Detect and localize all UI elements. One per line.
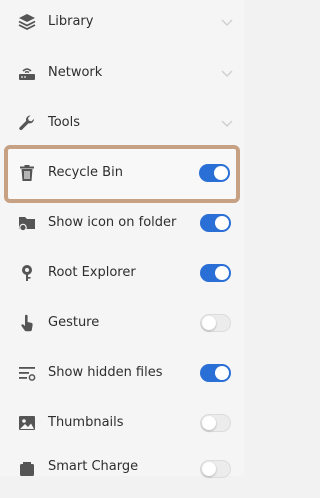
- root-explorer-toggle[interactable]: [200, 264, 231, 282]
- menu-item-tools[interactable]: Tools: [0, 100, 244, 150]
- setting-gesture[interactable]: Gesture: [0, 298, 244, 348]
- recycle-bin-toggle[interactable]: [199, 164, 230, 182]
- gesture-toggle[interactable]: [200, 314, 231, 332]
- setting-recycle-bin-label: Recycle Bin: [48, 165, 123, 180]
- toggle-knob: [214, 166, 228, 180]
- toggle-knob: [215, 216, 229, 230]
- menu-item-library[interactable]: Library: [0, 0, 244, 50]
- menu-item-network[interactable]: Network: [0, 50, 244, 100]
- setting-show-icon-on-folder[interactable]: Show icon on folder: [0, 198, 244, 248]
- setting-show-hidden-files[interactable]: Show hidden files: [0, 348, 244, 398]
- setting-smart-charge[interactable]: Smart Charge: [0, 448, 244, 498]
- smart-charge-toggle[interactable]: [200, 460, 231, 478]
- folder-icon: [17, 213, 37, 233]
- setting-root-explorer-label: Root Explorer: [48, 265, 136, 280]
- chevron-down-icon[interactable]: [220, 66, 234, 80]
- toggle-knob: [202, 416, 216, 430]
- image-icon: [17, 413, 37, 433]
- chevron-down-icon[interactable]: [220, 15, 234, 29]
- toggle-knob: [202, 316, 216, 330]
- layers-icon: [17, 12, 37, 32]
- menu-item-tools-label: Tools: [48, 115, 81, 130]
- menu-item-network-label: Network: [48, 65, 103, 80]
- menu-item-library-label: Library: [48, 14, 94, 29]
- setting-show-icon-on-folder-label: Show icon on folder: [48, 215, 177, 230]
- show-icon-on-folder-toggle[interactable]: [200, 214, 231, 232]
- router-icon: [17, 63, 37, 83]
- trash-icon: [17, 163, 37, 183]
- wrench-icon: [17, 113, 37, 133]
- setting-thumbnails[interactable]: Thumbnails: [0, 398, 244, 448]
- chevron-down-icon[interactable]: [220, 116, 234, 130]
- setting-smart-charge-label: Smart Charge: [48, 459, 139, 474]
- setting-gesture-label: Gesture: [48, 315, 100, 330]
- setting-recycle-bin[interactable]: Recycle Bin: [0, 149, 244, 199]
- navigation-drawer: Library Network Tools Recycle Bin Show i…: [0, 0, 244, 478]
- show-hidden-files-toggle[interactable]: [200, 364, 231, 382]
- setting-root-explorer[interactable]: Root Explorer: [0, 248, 244, 298]
- setting-thumbnails-label: Thumbnails: [48, 415, 124, 430]
- toggle-knob: [215, 366, 229, 380]
- thumbnails-toggle[interactable]: [200, 414, 231, 432]
- battery-icon: [17, 460, 37, 480]
- toggle-knob: [202, 462, 216, 476]
- hidden-files-icon: [17, 363, 37, 383]
- root-key-icon: [17, 263, 37, 283]
- toggle-knob: [215, 266, 229, 280]
- hand-pointer-icon: [17, 313, 37, 333]
- setting-show-hidden-files-label: Show hidden files: [48, 365, 163, 380]
